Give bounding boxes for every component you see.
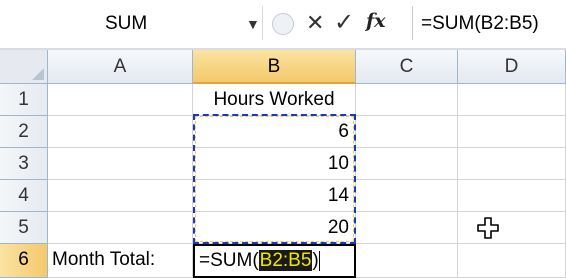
- row-header-1[interactable]: 1: [0, 84, 48, 116]
- cell-c4[interactable]: [356, 180, 458, 212]
- spreadsheet-grid: A B C D 1 2 3 4 5 6 Hours Worked 6 10 14…: [0, 50, 566, 278]
- column-header-a[interactable]: A: [48, 50, 193, 84]
- cell-b1[interactable]: Hours Worked: [193, 84, 356, 116]
- cell-a2[interactable]: [48, 116, 193, 148]
- name-box[interactable]: SUM ▼: [0, 6, 263, 40]
- row-header-2[interactable]: 2: [0, 116, 48, 148]
- formula-input[interactable]: =SUM(B2:B5): [412, 6, 566, 40]
- cell-a5[interactable]: [48, 212, 193, 244]
- insert-function-icon[interactable]: fx: [366, 10, 386, 32]
- cell-d5[interactable]: [458, 212, 566, 244]
- edit-prefix: =SUM(: [199, 250, 259, 271]
- cell-d3[interactable]: [458, 148, 566, 180]
- edit-reference: B2:B5: [258, 250, 313, 271]
- plus-cursor-icon: [477, 217, 499, 239]
- circle-icon: [272, 13, 294, 35]
- cell-c1[interactable]: [356, 84, 458, 116]
- row-header-6[interactable]: 6: [0, 244, 48, 278]
- cancel-icon[interactable]: ✕: [306, 10, 324, 36]
- name-box-value: SUM: [105, 13, 148, 34]
- cell-d6[interactable]: [458, 244, 566, 278]
- cell-c6[interactable]: [356, 244, 458, 278]
- column-header-c[interactable]: C: [356, 50, 458, 84]
- cell-d2[interactable]: [458, 116, 566, 148]
- column-header-d[interactable]: D: [458, 50, 566, 84]
- row-header-4[interactable]: 4: [0, 180, 48, 212]
- chevron-down-icon[interactable]: ▼: [246, 16, 260, 32]
- formula-buttons: ✕ ✓ fx: [262, 6, 402, 40]
- cell-a6[interactable]: Month Total:: [48, 244, 193, 278]
- cell-a1[interactable]: [48, 84, 193, 116]
- active-cell-b6[interactable]: =SUM(B2:B5): [193, 244, 356, 278]
- reference-marquee: [193, 114, 356, 244]
- cell-c3[interactable]: [356, 148, 458, 180]
- text-caret: [318, 250, 320, 271]
- cell-a3[interactable]: [48, 148, 193, 180]
- cell-c2[interactable]: [356, 116, 458, 148]
- formula-bar: SUM ▼ ✕ ✓ fx =SUM(B2:B5): [0, 0, 566, 50]
- check-icon[interactable]: ✓: [334, 8, 354, 37]
- formula-text: =SUM(B2:B5): [421, 13, 539, 34]
- select-all-button[interactable]: [0, 50, 48, 84]
- row-header-5[interactable]: 5: [0, 212, 48, 244]
- cell-d4[interactable]: [458, 180, 566, 212]
- cell-c5[interactable]: [356, 212, 458, 244]
- cell-d1[interactable]: [458, 84, 566, 116]
- select-all-triangle-icon: [32, 68, 44, 80]
- cell-a4[interactable]: [48, 180, 193, 212]
- cell-edit-text[interactable]: =SUM(B2:B5): [199, 246, 320, 276]
- column-header-b[interactable]: B: [193, 50, 356, 84]
- row-header-3[interactable]: 3: [0, 148, 48, 180]
